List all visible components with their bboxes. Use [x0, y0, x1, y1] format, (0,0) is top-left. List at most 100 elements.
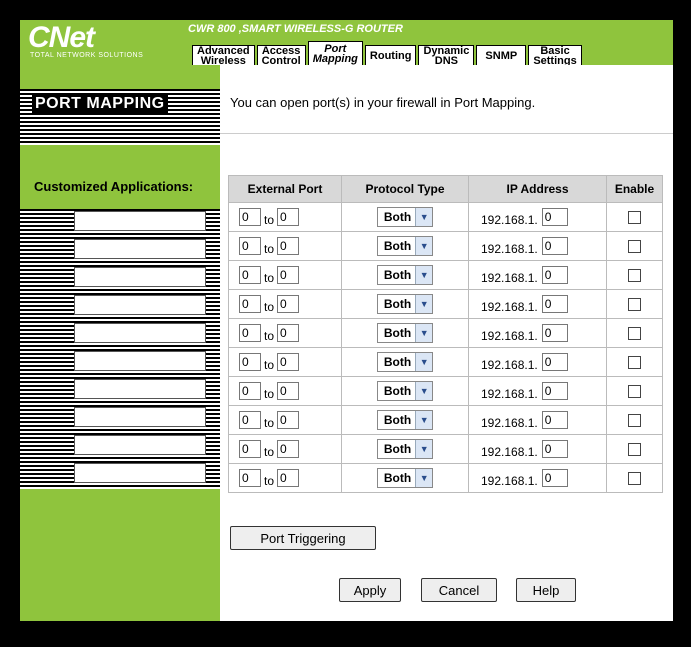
protocol-value: Both [383, 442, 412, 456]
application-name-input[interactable] [74, 407, 206, 427]
protocol-cell: Both ▼ [341, 405, 469, 435]
enable-cell [606, 289, 663, 319]
port-from-input[interactable] [239, 469, 261, 487]
protocol-select[interactable]: Both ▼ [376, 381, 434, 401]
tab-advanced-wireless[interactable]: Advanced Wireless [192, 44, 255, 66]
tab-port-mapping[interactable]: Port Mapping [307, 41, 363, 65]
enable-checkbox[interactable] [628, 356, 641, 370]
help-button[interactable]: Help [516, 578, 576, 602]
tab-routing[interactable]: Routing [364, 45, 417, 65]
application-name-input[interactable] [74, 463, 206, 483]
application-name-input[interactable] [74, 211, 206, 231]
enable-checkbox[interactable] [628, 414, 641, 428]
ip-last-octet-input[interactable] [541, 353, 568, 371]
port-to-input[interactable] [277, 266, 300, 284]
enable-checkbox[interactable] [628, 240, 641, 254]
protocol-select[interactable]: Both ▼ [376, 439, 434, 459]
application-name-input[interactable] [74, 379, 206, 399]
tab-label-line1: Routing [369, 49, 412, 62]
cancel-button[interactable]: Cancel [421, 578, 497, 602]
chevron-down-icon[interactable]: ▼ [415, 353, 433, 371]
tab-access-control[interactable]: Access Control [256, 45, 306, 66]
tab-snmp[interactable]: SNMP [476, 45, 527, 65]
enable-cell [606, 202, 663, 232]
port-to-input[interactable] [277, 295, 300, 313]
protocol-select[interactable]: Both ▼ [376, 236, 434, 256]
apply-button[interactable]: Apply [339, 578, 401, 602]
ip-last-octet-input[interactable] [541, 237, 568, 255]
tab-label-line1: Advanced [197, 44, 250, 57]
ip-last-octet-input[interactable] [541, 295, 568, 313]
port-from-input[interactable] [239, 237, 261, 255]
chevron-down-icon[interactable]: ▼ [415, 440, 433, 458]
protocol-select[interactable]: Both ▼ [376, 352, 434, 372]
ip-last-octet-input[interactable] [541, 382, 568, 400]
tab-basic-settings[interactable]: Basic Settings [528, 45, 582, 66]
port-triggering-button[interactable]: Port Triggering [230, 526, 376, 550]
port-from-input[interactable] [239, 382, 261, 400]
ip-last-octet-input[interactable] [541, 266, 568, 284]
port-to-input[interactable] [277, 440, 300, 458]
application-name-row [20, 461, 220, 489]
ip-last-octet-input[interactable] [541, 469, 568, 487]
protocol-select[interactable]: Both ▼ [376, 207, 434, 227]
customized-applications-label: Customized Applications: [34, 179, 194, 194]
port-to-input[interactable] [277, 353, 300, 371]
enable-checkbox[interactable] [628, 443, 641, 457]
chevron-down-icon[interactable]: ▼ [415, 382, 433, 400]
chevron-down-icon[interactable]: ▼ [415, 208, 433, 226]
protocol-value: Both [383, 355, 412, 369]
chevron-down-icon[interactable]: ▼ [415, 266, 433, 284]
port-to-input[interactable] [277, 411, 300, 429]
enable-checkbox[interactable] [628, 211, 641, 225]
page-title: PORT MAPPING [32, 95, 168, 113]
port-from-input[interactable] [239, 324, 261, 342]
table-row: to Both▼ 192.168.1. [228, 289, 663, 319]
table-row: to Both▼ 192.168.1. [228, 347, 663, 377]
chevron-down-icon[interactable]: ▼ [415, 411, 433, 429]
port-to-input[interactable] [277, 237, 300, 255]
application-name-input[interactable] [74, 239, 206, 259]
port-to-input[interactable] [277, 382, 300, 400]
chevron-down-icon[interactable]: ▼ [415, 237, 433, 255]
enable-checkbox[interactable] [628, 472, 641, 486]
to-label: to [264, 242, 275, 256]
header-bar: CNet TOTAL NETWORK SOLUTIONS CWR 800 ,SM… [20, 20, 673, 66]
ip-last-octet-input[interactable] [541, 411, 568, 429]
port-from-input[interactable] [239, 208, 261, 226]
port-to-input[interactable] [277, 324, 300, 342]
port-from-input[interactable] [239, 411, 261, 429]
tab-dynamic-dns[interactable]: Dynamic DNS [418, 45, 475, 66]
port-from-input[interactable] [239, 440, 261, 458]
chevron-down-icon[interactable]: ▼ [415, 469, 433, 487]
chevron-down-icon[interactable]: ▼ [415, 324, 433, 342]
application-name-input[interactable] [74, 267, 206, 287]
protocol-select[interactable]: Both ▼ [376, 294, 434, 314]
application-name-row [20, 293, 220, 321]
protocol-value: Both [383, 413, 412, 427]
port-from-input[interactable] [239, 353, 261, 371]
external-port-cell: to [228, 347, 342, 377]
header-protocol-type: Protocol Type [341, 175, 469, 203]
protocol-select[interactable]: Both ▼ [376, 410, 434, 430]
chevron-down-icon[interactable]: ▼ [415, 295, 433, 313]
port-to-input[interactable] [277, 208, 300, 226]
port-from-input[interactable] [239, 295, 261, 313]
port-from-input[interactable] [239, 266, 261, 284]
ip-last-octet-input[interactable] [541, 324, 568, 342]
protocol-select[interactable]: Both ▼ [376, 265, 434, 285]
enable-checkbox[interactable] [628, 327, 641, 341]
enable-checkbox[interactable] [628, 269, 641, 283]
application-name-input[interactable] [74, 351, 206, 371]
protocol-select[interactable]: Both ▼ [376, 468, 434, 488]
application-name-input[interactable] [74, 435, 206, 455]
port-to-input[interactable] [277, 469, 300, 487]
enable-checkbox[interactable] [628, 298, 641, 312]
application-name-input[interactable] [74, 323, 206, 343]
enable-checkbox[interactable] [628, 385, 641, 399]
application-name-input[interactable] [74, 295, 206, 315]
ip-prefix: 192.168.1. [481, 329, 538, 343]
ip-last-octet-input[interactable] [541, 208, 568, 226]
ip-last-octet-input[interactable] [541, 440, 568, 458]
protocol-select[interactable]: Both ▼ [376, 323, 434, 343]
